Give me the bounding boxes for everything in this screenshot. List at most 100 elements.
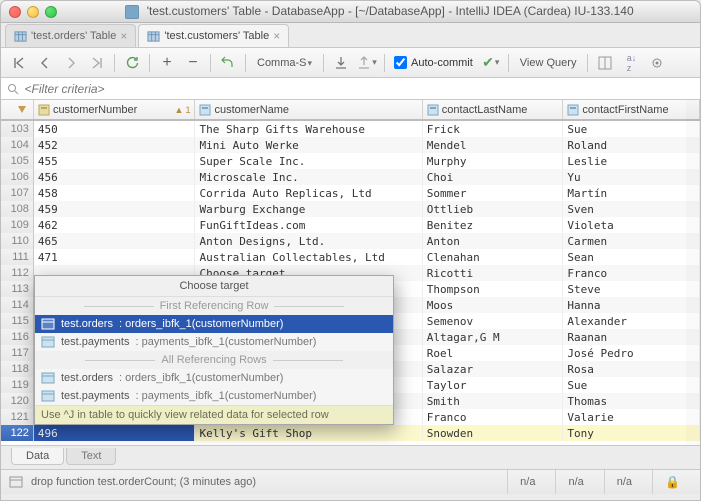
cell-customerNumber[interactable]: 459 <box>34 201 196 217</box>
cell-contactFirstName[interactable]: José Pedro <box>563 345 700 361</box>
transpose-button[interactable] <box>593 52 617 74</box>
cell-contactLastName[interactable]: Salazar <box>423 361 564 377</box>
cell-customerNumber[interactable]: 458 <box>34 185 196 201</box>
cell-contactLastName[interactable]: Mendel <box>423 137 564 153</box>
cell-customerNumber[interactable]: 456 <box>34 169 196 185</box>
cell-contactFirstName[interactable]: Alexander <box>563 313 700 329</box>
cell-contactFirstName[interactable]: Yu <box>563 169 700 185</box>
cell-customerName[interactable]: Kelly's Gift Shop <box>195 425 422 441</box>
cell-contactLastName[interactable]: Murphy <box>423 153 564 169</box>
column-header-contactFirstName[interactable]: contactFirstName <box>563 100 700 119</box>
cell-contactFirstName[interactable]: Valarie <box>563 409 700 425</box>
first-page-button[interactable] <box>7 52 31 74</box>
cell-customerName[interactable]: Mini Auto Werke <box>195 137 422 153</box>
cell-contactLastName[interactable]: Snowden <box>423 425 564 441</box>
cell-contactLastName[interactable]: Roel <box>423 345 564 361</box>
cell-customerNumber[interactable]: 450 <box>34 121 196 137</box>
popup-item[interactable]: test.payments: payments_ibfk_1(customerN… <box>35 387 393 405</box>
remove-row-button[interactable]: − <box>181 52 205 74</box>
cell-contactLastName[interactable]: Clenahan <box>423 249 564 265</box>
last-page-button[interactable] <box>85 52 109 74</box>
add-row-button[interactable]: + <box>155 52 179 74</box>
popup-item[interactable]: test.payments: payments_ibfk_1(customerN… <box>35 333 393 351</box>
cell-contactFirstName[interactable]: Tony <box>563 425 700 441</box>
vertical-scrollbar[interactable] <box>686 100 700 445</box>
table-row[interactable]: 105455Super Scale Inc.MurphyLeslie <box>1 153 700 169</box>
export-button[interactable] <box>329 52 353 74</box>
cell-customerName[interactable]: Anton Designs, Ltd. <box>195 233 422 249</box>
close-tab-icon[interactable]: × <box>273 29 280 43</box>
table-row[interactable]: 108459Warburg ExchangeOttliebSven <box>1 201 700 217</box>
cell-customerNumber[interactable]: 465 <box>34 233 196 249</box>
popup-item[interactable]: test.orders: orders_ibfk_1(customerNumbe… <box>35 369 393 387</box>
cell-contactFirstName[interactable]: Thomas <box>563 393 700 409</box>
cell-customerName[interactable]: Super Scale Inc. <box>195 153 422 169</box>
cell-contactLastName[interactable]: Thompson <box>423 281 564 297</box>
cell-contactLastName[interactable]: Anton <box>423 233 564 249</box>
minimize-window-button[interactable] <box>27 6 39 18</box>
prev-page-button[interactable] <box>33 52 57 74</box>
commit-split-button[interactable]: ✔▾ <box>479 52 503 74</box>
table-row[interactable]: 103450The Sharp Gifts WarehouseFrickSue <box>1 121 700 137</box>
cell-customerName[interactable]: Warburg Exchange <box>195 201 422 217</box>
cell-contactLastName[interactable]: Sommer <box>423 185 564 201</box>
console-icon[interactable] <box>9 475 23 489</box>
row-number-header[interactable] <box>1 100 34 119</box>
table-row[interactable]: 106456Microscale Inc.ChoiYu <box>1 169 700 185</box>
cell-customerNumber[interactable]: 496 <box>34 425 196 441</box>
tab-test-customers[interactable]: 'test.customers' Table × <box>138 24 289 47</box>
cell-contactFirstName[interactable]: Sue <box>563 121 700 137</box>
autocommit-checkbox[interactable] <box>394 56 407 69</box>
cell-contactLastName[interactable]: Ricotti <box>423 265 564 281</box>
cell-contactLastName[interactable]: Altagar,G M <box>423 329 564 345</box>
table-row[interactable]: 111471Australian Collectables, LtdClenah… <box>1 249 700 265</box>
tab-text[interactable]: Text <box>66 448 116 465</box>
cell-contactLastName[interactable]: Semenov <box>423 313 564 329</box>
cell-contactLastName[interactable]: Franco <box>423 409 564 425</box>
cell-contactFirstName[interactable]: Carmen <box>563 233 700 249</box>
cell-contactFirstName[interactable]: Roland <box>563 137 700 153</box>
cell-contactFirstName[interactable]: Sue <box>563 377 700 393</box>
cell-customerNumber[interactable]: 471 <box>34 249 196 265</box>
cell-contactLastName[interactable]: Ottlieb <box>423 201 564 217</box>
cell-contactFirstName[interactable]: Sven <box>563 201 700 217</box>
table-row[interactable]: 122496Kelly's Gift ShopSnowdenTony <box>1 425 700 441</box>
sort-az-button[interactable]: a↓z <box>619 52 643 74</box>
tab-test-orders[interactable]: 'test.orders' Table × <box>5 24 136 47</box>
cell-customerName[interactable]: Corrida Auto Replicas, Ltd <box>195 185 422 201</box>
table-row[interactable]: 110465Anton Designs, Ltd.AntonCarmen <box>1 233 700 249</box>
settings-button[interactable] <box>645 52 669 74</box>
zoom-window-button[interactable] <box>45 6 57 18</box>
view-query-button[interactable]: View Query <box>514 57 583 69</box>
column-header-contactLastName[interactable]: contactLastName <box>423 100 564 119</box>
tab-data[interactable]: Data <box>11 448 64 465</box>
close-tab-icon[interactable]: × <box>120 29 127 43</box>
cell-customerName[interactable]: Microscale Inc. <box>195 169 422 185</box>
column-header-customerNumber[interactable]: customerNumber ▲ 1 <box>34 100 196 119</box>
table-row[interactable]: 104452Mini Auto WerkeMendelRoland <box>1 137 700 153</box>
cell-customerNumber[interactable]: 462 <box>34 217 196 233</box>
cell-contactFirstName[interactable]: Leslie <box>563 153 700 169</box>
cell-contactFirstName[interactable]: Sean <box>563 249 700 265</box>
cell-contactFirstName[interactable]: Martín <box>563 185 700 201</box>
column-header-customerName[interactable]: customerName <box>195 100 422 119</box>
cell-contactLastName[interactable]: Moos <box>423 297 564 313</box>
cell-customerNumber[interactable]: 452 <box>34 137 196 153</box>
popup-item[interactable]: test.orders: orders_ibfk_1(customerNumbe… <box>35 315 393 333</box>
submit-button[interactable] <box>216 52 240 74</box>
cell-contactFirstName[interactable]: Steve <box>563 281 700 297</box>
next-page-button[interactable] <box>59 52 83 74</box>
cell-customerName[interactable]: FunGiftIdeas.com <box>195 217 422 233</box>
cell-contactFirstName[interactable]: Violeta <box>563 217 700 233</box>
reload-button[interactable] <box>120 52 144 74</box>
cell-contactFirstName[interactable]: Franco <box>563 265 700 281</box>
cell-contactFirstName[interactable]: Hanna <box>563 297 700 313</box>
cell-contactLastName[interactable]: Frick <box>423 121 564 137</box>
cell-customerName[interactable]: Australian Collectables, Ltd <box>195 249 422 265</box>
cell-contactFirstName[interactable]: Rosa <box>563 361 700 377</box>
cell-contactLastName[interactable]: Smith <box>423 393 564 409</box>
filter-input[interactable] <box>25 82 696 96</box>
separator-combo[interactable]: Comma-S▾ <box>251 57 318 69</box>
cell-contactFirstName[interactable]: Raanan <box>563 329 700 345</box>
cell-customerName[interactable]: The Sharp Gifts Warehouse <box>195 121 422 137</box>
